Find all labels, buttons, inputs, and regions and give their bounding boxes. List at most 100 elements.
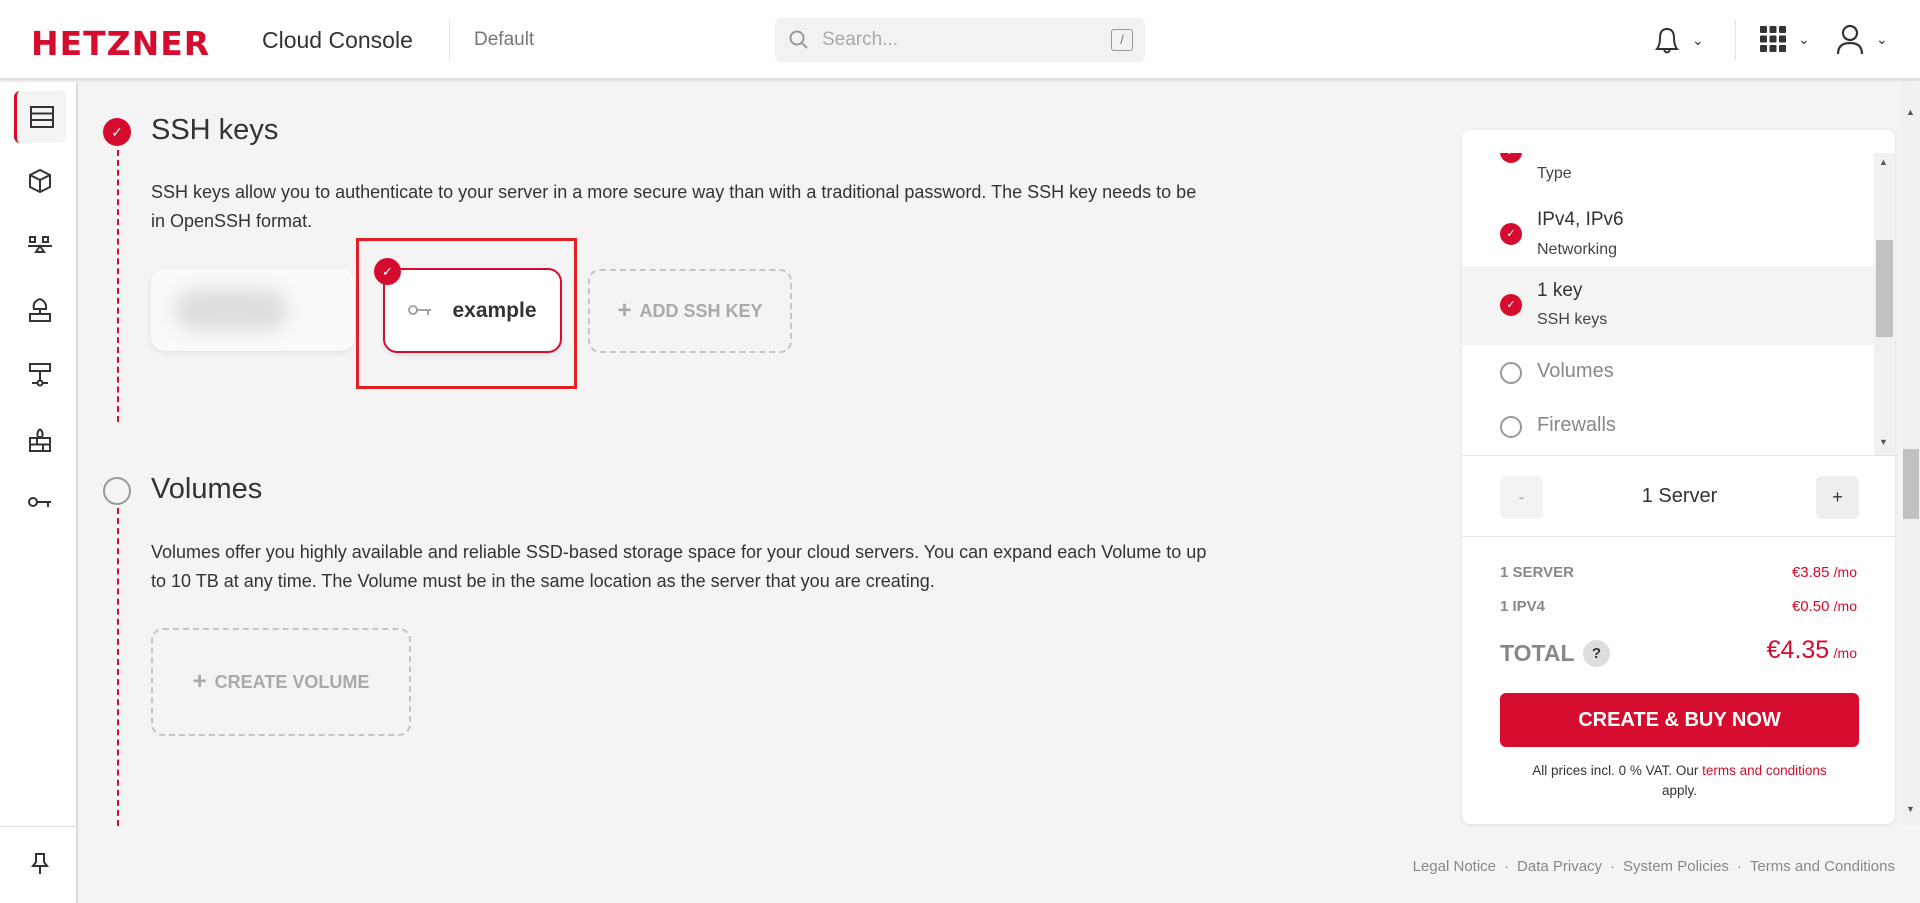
page-scrollbar[interactable]: ▲ ▼ bbox=[1902, 82, 1920, 825]
project-selector[interactable]: Default bbox=[474, 29, 534, 51]
legal-notice-link[interactable]: Legal Notice bbox=[1413, 858, 1496, 875]
divider bbox=[1735, 20, 1736, 60]
sidebar-item-firewalls[interactable] bbox=[14, 414, 66, 466]
terms-link[interactable]: Terms and Conditions bbox=[1750, 858, 1895, 875]
step-value: Firewalls bbox=[1537, 414, 1616, 436]
ssh-keys-description: SSH keys allow you to authenticate to yo… bbox=[151, 182, 1197, 231]
scroll-down-icon[interactable]: ▼ bbox=[1879, 437, 1888, 447]
blurred-key-name bbox=[175, 289, 287, 331]
network-icon bbox=[29, 363, 51, 387]
summary-step-ssh-keys[interactable]: ✓ 1 key SSH keys bbox=[1462, 266, 1874, 345]
volumes-description: Volumes offer you highly available and r… bbox=[151, 542, 1207, 591]
volumes-title: Volumes bbox=[151, 473, 263, 505]
separator: · bbox=[1504, 858, 1510, 875]
footer-links: Legal Notice · Data Privacy · System Polic… bbox=[1413, 858, 1895, 875]
summary-step-networking[interactable]: ✓ IPv4, IPv6 Networking bbox=[1462, 201, 1874, 267]
pin-icon bbox=[31, 853, 49, 874]
summary-step-volumes[interactable]: Volumes bbox=[1462, 345, 1874, 401]
user-icon bbox=[1836, 24, 1864, 54]
ssh-key-card-blurred[interactable] bbox=[151, 269, 355, 351]
price-value: €0.50 bbox=[1791, 598, 1830, 615]
total-price: €4.35 /mo bbox=[1767, 636, 1857, 665]
sidebar-item-volumes[interactable] bbox=[14, 155, 66, 207]
scrollbar-thumb[interactable] bbox=[1903, 449, 1919, 519]
circle-icon bbox=[1500, 416, 1522, 438]
step-incomplete-icon bbox=[103, 477, 131, 505]
scroll-up-icon[interactable]: ▲ bbox=[1906, 107, 1915, 117]
step-complete-icon: ✓ bbox=[103, 118, 131, 146]
cube-icon bbox=[29, 169, 51, 193]
divider bbox=[1462, 536, 1895, 537]
search-shortcut: / bbox=[1111, 29, 1133, 51]
line-item-label: 1 SERVER bbox=[1500, 564, 1574, 581]
list-scrollbar[interactable]: ▲ ▼ bbox=[1874, 153, 1895, 455]
plus-icon: + bbox=[192, 668, 207, 695]
pin-sidebar-button[interactable] bbox=[14, 838, 66, 890]
create-volume-button[interactable]: + CREATE VOLUME bbox=[151, 628, 411, 736]
total-label: TOTAL bbox=[1500, 640, 1575, 666]
sidebar bbox=[0, 82, 78, 903]
server-count: 1 Server bbox=[1641, 485, 1718, 507]
order-summary-card: ✓ Type ✓ IPv4, IPv6 Networking ✓ 1 key S… bbox=[1462, 130, 1895, 824]
chevron-down-icon: ⌄ bbox=[1692, 31, 1704, 48]
app-title: Cloud Console bbox=[262, 27, 413, 53]
divider bbox=[0, 826, 76, 827]
sidebar-item-load-balancers[interactable] bbox=[14, 219, 66, 271]
selected-check-icon: ✓ bbox=[374, 258, 401, 285]
line-item-label: 1 IPV4 bbox=[1500, 598, 1546, 615]
create-buy-now-button[interactable]: CREATE & BUY NOW bbox=[1500, 693, 1859, 747]
total-unit: /mo bbox=[1833, 645, 1857, 661]
scrollbar-thumb[interactable] bbox=[1876, 240, 1893, 337]
increase-servers-button[interactable]: + bbox=[1816, 476, 1859, 519]
step-label: SSH keys bbox=[1537, 311, 1608, 328]
total-value: €4.35 bbox=[1766, 636, 1830, 664]
help-icon[interactable]: ? bbox=[1583, 640, 1610, 667]
price-value: €3.85 bbox=[1791, 564, 1830, 581]
steps-list: ✓ Type ✓ IPv4, IPv6 Networking ✓ 1 key S… bbox=[1462, 153, 1895, 455]
grid-icon bbox=[1760, 26, 1786, 52]
ssh-key-card-example[interactable]: example bbox=[383, 268, 562, 353]
summary-step-firewalls[interactable]: Firewalls bbox=[1462, 401, 1874, 455]
sidebar-item-networks[interactable] bbox=[14, 349, 66, 401]
system-policies-link[interactable]: System Policies bbox=[1623, 858, 1729, 875]
step-value: IPv4, IPv6 bbox=[1537, 209, 1624, 230]
step-connector bbox=[117, 150, 119, 422]
bell-icon bbox=[1655, 27, 1679, 54]
scroll-down-icon[interactable]: ▼ bbox=[1906, 804, 1915, 814]
notifications-button[interactable]: ⌄ bbox=[1652, 24, 1704, 56]
search-icon bbox=[789, 30, 808, 49]
user-menu-button[interactable]: ⌄ bbox=[1836, 24, 1888, 54]
step-label: Networking bbox=[1537, 241, 1618, 258]
sidebar-item-floating-ips[interactable] bbox=[14, 284, 66, 336]
price-unit: /mo bbox=[1833, 598, 1857, 614]
step-connector bbox=[117, 508, 119, 826]
add-ssh-key-button[interactable]: + ADD SSH KEY bbox=[588, 269, 792, 353]
search-input[interactable]: Search... / bbox=[775, 18, 1145, 62]
add-ssh-key-label: ADD SSH KEY bbox=[639, 300, 763, 321]
plus-icon: + bbox=[617, 297, 632, 324]
sidebar-item-servers[interactable] bbox=[14, 91, 66, 143]
separator: · bbox=[1610, 858, 1616, 875]
top-bar: HETZNER Cloud Console Default Search... … bbox=[0, 0, 1920, 80]
load-balancer-icon bbox=[28, 236, 52, 253]
key-icon bbox=[408, 304, 432, 315]
decrease-servers-button[interactable]: - bbox=[1500, 476, 1543, 519]
check-icon: ✓ bbox=[1500, 294, 1522, 316]
terms-link[interactable]: terms and conditions bbox=[1702, 763, 1827, 778]
line-item-price: €0.50 /mo bbox=[1792, 598, 1857, 615]
data-privacy-link[interactable]: Data Privacy bbox=[1517, 858, 1602, 875]
price-unit: /mo bbox=[1833, 564, 1857, 580]
key-icon bbox=[28, 497, 51, 507]
chevron-down-icon: ⌄ bbox=[1876, 30, 1888, 47]
hetzner-logo[interactable]: HETZNER bbox=[31, 24, 210, 63]
apps-menu-button[interactable]: ⌄ bbox=[1760, 26, 1810, 52]
circle-icon bbox=[1500, 362, 1522, 384]
scroll-up-icon[interactable]: ▲ bbox=[1879, 157, 1888, 167]
summary-step-type[interactable]: ✓ Type bbox=[1462, 153, 1874, 201]
firewall-icon bbox=[29, 428, 51, 452]
sidebar-item-ssh-keys[interactable] bbox=[14, 477, 66, 529]
server-icon bbox=[29, 106, 54, 128]
ssh-key-name: example bbox=[452, 298, 537, 322]
chevron-down-icon: ⌄ bbox=[1798, 30, 1810, 47]
note-text: apply. bbox=[1661, 783, 1698, 798]
